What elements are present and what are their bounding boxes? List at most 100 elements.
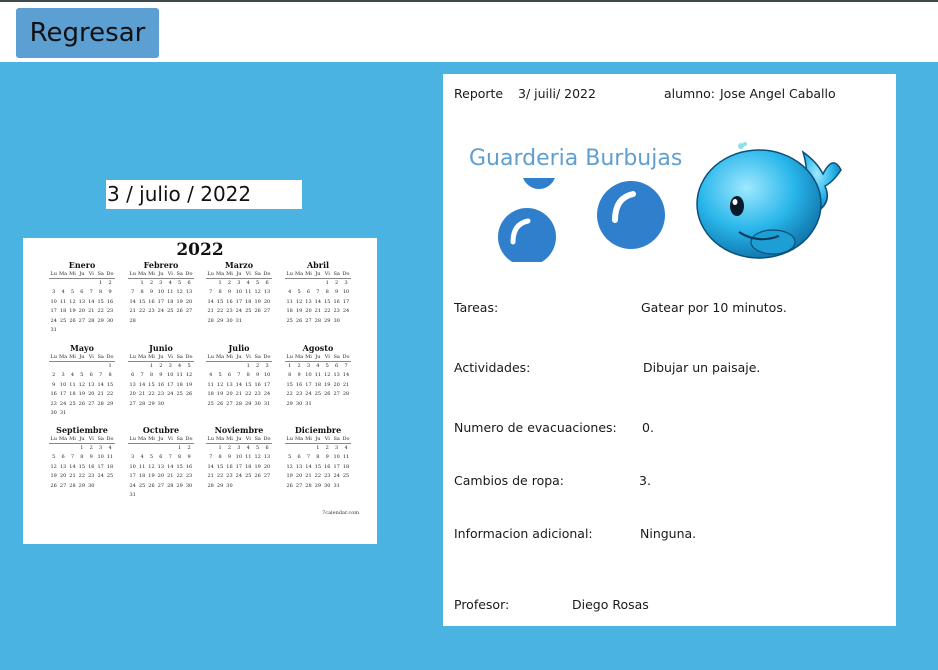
day-cell: 4 bbox=[178, 363, 182, 369]
day-cell: 26 bbox=[216, 400, 224, 407]
day-cell: 16 bbox=[157, 381, 165, 388]
day-blank bbox=[206, 279, 215, 288]
day-blank bbox=[206, 362, 215, 371]
day-cell: 14 bbox=[207, 298, 214, 305]
day-cell: 24 bbox=[235, 308, 243, 315]
day-blank bbox=[304, 444, 313, 453]
weekday-header: Lu bbox=[285, 436, 295, 444]
day-cell: 6 bbox=[131, 372, 135, 379]
activities-label: Actividades: bbox=[454, 360, 531, 375]
weekday-header: Do bbox=[262, 436, 272, 444]
day-cell: 1 bbox=[325, 280, 329, 286]
day-cell: 23 bbox=[88, 473, 95, 480]
weekday-header: Sa bbox=[331, 436, 342, 444]
day-cell: 20 bbox=[305, 308, 312, 315]
day-cell: 17 bbox=[235, 298, 243, 305]
day-blank bbox=[87, 279, 96, 288]
weekday-header: Lu bbox=[206, 354, 216, 362]
day-cell: 27 bbox=[59, 482, 67, 489]
day-cell: 24 bbox=[129, 482, 136, 489]
day-cell: 31 bbox=[333, 482, 340, 489]
month-name: Diciembre bbox=[294, 425, 342, 435]
day-cell: 5 bbox=[256, 280, 260, 286]
day-cell: 12 bbox=[69, 298, 76, 305]
weekday-header: Mi bbox=[146, 354, 157, 362]
day-cell: 11 bbox=[69, 381, 76, 388]
day-blank bbox=[96, 362, 105, 371]
day-blank bbox=[166, 444, 175, 453]
day-cell: 28 bbox=[97, 400, 104, 407]
day-cell: 3 bbox=[306, 363, 311, 369]
day-cell: 17 bbox=[263, 381, 271, 388]
day-cell: 15 bbox=[106, 381, 114, 388]
day-cell: 17 bbox=[305, 381, 312, 388]
day-cell: 14 bbox=[235, 381, 243, 388]
weekday-header: Mi bbox=[303, 354, 314, 362]
day-cell: 23 bbox=[333, 308, 340, 315]
day-cell: 1 bbox=[288, 363, 292, 369]
day-cell: 6 bbox=[89, 372, 93, 379]
day-blank bbox=[234, 362, 243, 371]
day-cell: 31 bbox=[50, 327, 57, 334]
weekday-header: Ju bbox=[77, 270, 87, 279]
day-cell: 27 bbox=[185, 308, 193, 315]
weekday-header: Sa bbox=[252, 271, 263, 279]
day-cell: 28 bbox=[207, 317, 214, 324]
day-cell: 1 bbox=[218, 445, 222, 451]
day-cell: 18 bbox=[176, 381, 183, 388]
day-cell: 22 bbox=[245, 391, 252, 398]
year-calendar: 2022 Enero Lu Ma Mi Ju Vi Sa Do 1 2 3 4 5 6 7 8 9 10 11 12 1… bbox=[23, 238, 377, 544]
day-cell: 18 bbox=[69, 391, 76, 398]
day-cell: 25 bbox=[69, 400, 76, 407]
calendar-month-septiembre: Septiembre Lu Ma Mi Ju Vi Sa Do 1 2 3 4 5 6 7 8 9 10 11 12 1… bbox=[49, 425, 115, 491]
day-cell: 7 bbox=[70, 454, 75, 461]
day-cell: 29 bbox=[216, 482, 224, 489]
day-cell: 8 bbox=[288, 372, 292, 379]
day-cell: 18 bbox=[138, 473, 146, 480]
day-cell: 11 bbox=[286, 298, 293, 305]
bubble-small bbox=[523, 178, 555, 189]
day-blank bbox=[156, 444, 165, 453]
day-cell: 23 bbox=[106, 308, 114, 315]
weekday-header: Mi bbox=[224, 271, 235, 279]
day-cell: 13 bbox=[185, 289, 193, 296]
day-cell: 22 bbox=[216, 308, 224, 315]
day-cell: 3 bbox=[237, 280, 241, 286]
day-cell: 10 bbox=[235, 289, 243, 296]
day-cell: 3 bbox=[159, 280, 163, 286]
weekday-header: Mi bbox=[146, 271, 157, 279]
day-blank bbox=[294, 444, 303, 453]
day-cell: 19 bbox=[185, 381, 193, 388]
day-cell: 16 bbox=[148, 298, 155, 305]
day-cell: 6 bbox=[265, 445, 269, 451]
day-cell: 3 bbox=[335, 445, 339, 451]
weekday-header: Sa bbox=[95, 271, 106, 279]
day-cell: 1 bbox=[99, 280, 103, 286]
day-cell: 18 bbox=[245, 298, 252, 305]
day-cell: 9 bbox=[52, 381, 56, 388]
day-cell: 24 bbox=[342, 308, 350, 315]
day-blank bbox=[68, 362, 77, 371]
day-cell: 5 bbox=[80, 372, 84, 379]
day-blank bbox=[215, 362, 224, 371]
day-cell: 24 bbox=[59, 400, 67, 407]
day-cell: 29 bbox=[324, 317, 331, 324]
back-button[interactable]: Regresar bbox=[16, 8, 159, 58]
day-cell: 25 bbox=[286, 317, 293, 324]
clothes-label: Cambios de ropa: bbox=[454, 473, 565, 488]
day-cell: 12 bbox=[78, 381, 86, 388]
day-cell: 12 bbox=[324, 372, 331, 379]
day-cell: 8 bbox=[246, 372, 250, 379]
day-cell: 9 bbox=[297, 372, 301, 379]
day-cell: 12 bbox=[185, 372, 193, 379]
weekday-header: Do bbox=[341, 354, 351, 362]
day-cell: 28 bbox=[305, 482, 312, 489]
day-cell: 16 bbox=[324, 463, 331, 470]
day-cell: 29 bbox=[176, 482, 183, 489]
weekday-header: Ma bbox=[294, 354, 304, 362]
day-cell: 21 bbox=[235, 391, 243, 398]
calendar-year: 2022 bbox=[176, 240, 224, 260]
day-cell: 5 bbox=[325, 363, 329, 369]
day-cell: 1 bbox=[316, 445, 320, 451]
day-cell: 13 bbox=[305, 298, 312, 305]
